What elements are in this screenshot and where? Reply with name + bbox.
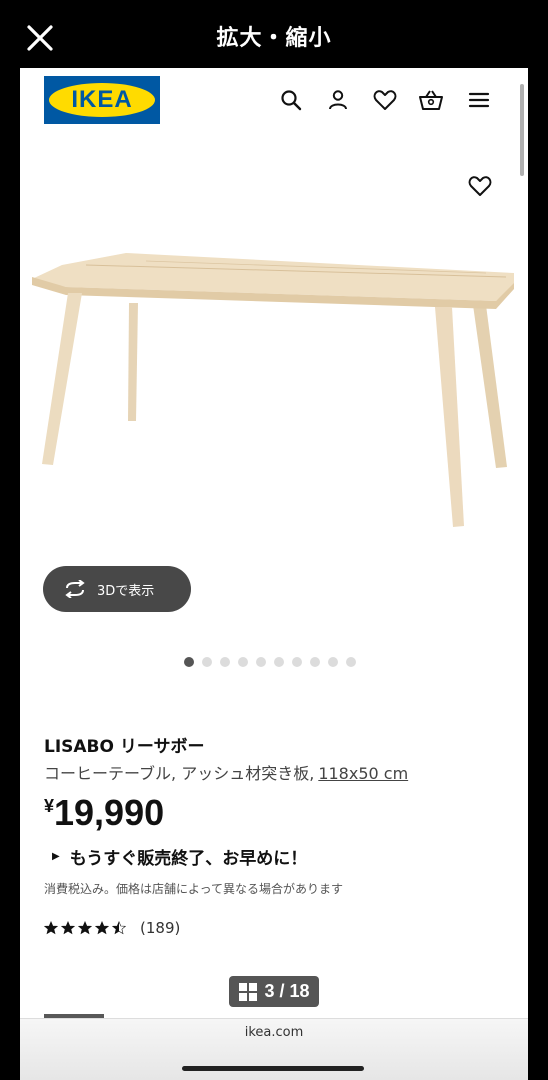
star-half-icon: [112, 921, 126, 935]
carousel-dot[interactable]: [238, 657, 248, 667]
carousel-dot[interactable]: [328, 657, 338, 667]
star-full-icon: [95, 921, 109, 935]
star-full-icon: [44, 921, 58, 935]
logo-text: IKEA: [71, 86, 133, 113]
star-full-icon: [78, 921, 92, 935]
carousel-dot[interactable]: [346, 657, 356, 667]
view-3d-button[interactable]: 3Dで表示: [43, 566, 191, 612]
heart-icon: [373, 90, 397, 110]
web-page: IKEA 3Dで表示 LISABO リーサボー コーヒーテーブル, アッシュ材突…: [20, 68, 528, 1080]
last-chance-notice[interactable]: ▶ もうすぐ販売終了、お早めに！: [52, 844, 307, 869]
heart-icon: [468, 176, 492, 196]
product-rating[interactable]: (189): [44, 919, 180, 937]
carousel-dot[interactable]: [220, 657, 230, 667]
url-bar[interactable]: ikea.com: [20, 1025, 528, 1040]
product-type: コーヒーテーブル, アッシュ材突き板,: [44, 764, 315, 783]
cart-icon: [419, 90, 443, 110]
page-indicator-text: 3 / 18: [264, 981, 310, 1001]
cart-button[interactable]: [417, 86, 445, 114]
viewer-header: 拡大・縮小: [0, 0, 548, 68]
rotate-3d-icon: [65, 580, 85, 598]
grid-icon: [239, 982, 258, 1001]
carousel-dot[interactable]: [202, 657, 212, 667]
account-button[interactable]: [324, 86, 352, 114]
product-name[interactable]: LISABO リーサボー: [44, 732, 205, 757]
product-image[interactable]: [26, 243, 526, 543]
scrollbar-thumb[interactable]: [520, 84, 524, 176]
search-button[interactable]: [277, 86, 305, 114]
carousel-dot[interactable]: [184, 657, 194, 667]
view-3d-label: 3Dで表示: [97, 583, 155, 599]
home-indicator[interactable]: [182, 1066, 364, 1071]
ikea-logo[interactable]: IKEA: [44, 76, 160, 124]
menu-icon: [468, 92, 490, 108]
carousel-dot[interactable]: [256, 657, 266, 667]
carousel-dots[interactable]: [184, 657, 356, 667]
product-favorite-button[interactable]: [464, 170, 496, 202]
account-icon: [329, 90, 347, 110]
page-indicator: 3 / 18: [229, 976, 319, 1007]
viewer-title: 拡大・縮小: [216, 26, 332, 51]
product-size-link[interactable]: 118x50 cm: [318, 764, 408, 783]
rating-count: (189): [140, 919, 181, 937]
carousel-dot[interactable]: [310, 657, 320, 667]
carousel-dot[interactable]: [274, 657, 284, 667]
price-amount: 19,990: [54, 792, 165, 833]
product-description: コーヒーテーブル, アッシュ材突き板, 118x50 cm: [44, 760, 408, 784]
price-currency: ¥: [44, 796, 55, 816]
notice-text: もうすぐ販売終了、お早めに！: [69, 849, 308, 869]
favorites-button[interactable]: [371, 86, 399, 114]
menu-button[interactable]: [465, 86, 493, 114]
product-price: ¥19,990: [44, 792, 164, 834]
star-full-icon: [61, 921, 75, 935]
browser-bottom-bar: ikea.com: [20, 1018, 528, 1080]
logo-oval: IKEA: [49, 83, 155, 117]
rating-stars: [44, 921, 126, 935]
search-icon: [281, 90, 302, 111]
tax-note: 消費税込み。価格は店舗によって異なる場合があります: [44, 882, 344, 896]
triangle-right-icon: ▶: [52, 851, 60, 862]
carousel-dot[interactable]: [292, 657, 302, 667]
